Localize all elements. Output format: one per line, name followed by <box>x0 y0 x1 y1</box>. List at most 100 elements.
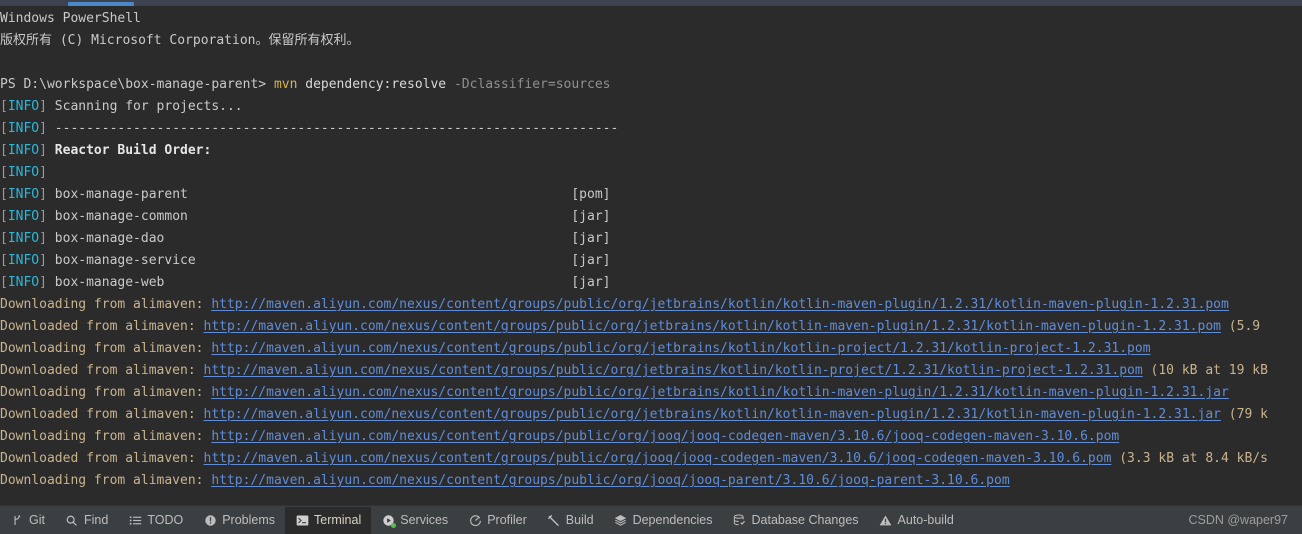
download-prefix-4: Downloading from alimaven: <box>0 385 212 400</box>
list-icon <box>128 513 142 527</box>
info-level-tag: INFO <box>7 99 40 114</box>
download-line: Downloading from alimaven: http://maven.… <box>0 470 1302 492</box>
info-line-empty: [INFO] <box>0 162 1302 184</box>
watermark: CSDN @waper97 <box>1188 513 1288 527</box>
command-goal: dependency:resolve <box>297 77 447 92</box>
info-bracket-close: ] <box>39 187 47 202</box>
info-bracket-open: [ <box>0 99 8 114</box>
play-circle-icon <box>381 513 397 528</box>
terminal-icon <box>295 513 309 527</box>
profiler-icon <box>468 513 482 527</box>
info-line-scanning: [INFO] Scanning for projects... <box>0 96 1302 118</box>
download-prefix-7: Downloaded from alimaven: <box>0 451 204 466</box>
tool-window-button-todo[interactable]: TODO <box>118 507 193 534</box>
module-line: [INFO] box-manage-dao [jar] <box>0 228 1302 250</box>
tool-window-button-auto-build[interactable]: Auto-build <box>869 507 964 534</box>
tool-window-button-find[interactable]: Find <box>55 507 118 534</box>
module-packaging-3: [jar] <box>571 253 611 268</box>
ide-window: Windows PowerShell 版权所有 (C) Microsoft Cor… <box>0 0 1302 534</box>
exclamation-circle-icon <box>203 513 217 527</box>
info-bracket-open: [ <box>0 209 8 224</box>
download-url-0[interactable]: http://maven.aliyun.com/nexus/content/gr… <box>211 297 1228 312</box>
info-level-tag: INFO <box>7 275 40 290</box>
warning-triangle-icon <box>879 513 893 527</box>
copyright-text: 版权所有 (C) Microsoft Corporation。保留所有权利。 <box>0 33 360 48</box>
module-name-1: box-manage-common <box>46 209 572 224</box>
download-stats-5: (79 k <box>1220 407 1268 422</box>
info-level-tag: INFO <box>7 209 40 224</box>
download-url-6[interactable]: http://maven.aliyun.com/nexus/content/gr… <box>211 429 1119 444</box>
tool-window-label: Git <box>29 512 45 527</box>
info-bracket-open: [ <box>0 165 8 180</box>
info-level-tag: INFO <box>7 187 40 202</box>
module-line: [INFO] box-manage-parent [pom] <box>0 184 1302 206</box>
download-url-7[interactable]: http://maven.aliyun.com/nexus/content/gr… <box>204 451 1112 466</box>
tool-window-button-database-changes[interactable]: Database Changes <box>723 507 869 534</box>
download-prefix-5: Downloaded from alimaven: <box>0 407 204 422</box>
terminal-output[interactable]: Windows PowerShell 版权所有 (C) Microsoft Cor… <box>0 8 1302 505</box>
info-bracket-open: [ <box>0 253 8 268</box>
download-line: Downloaded from alimaven: http://maven.a… <box>0 316 1302 338</box>
info-line-separator: [INFO] ---------------------------------… <box>0 118 1302 140</box>
info-level-tag: INFO <box>7 253 40 268</box>
info-bracket-close: ] <box>39 99 47 114</box>
info-bracket-close: ] <box>39 231 47 246</box>
bottom-tool-window-bar: Git Find TODO Problems Terminal Services Profi… <box>0 505 1302 534</box>
download-prefix-0: Downloading from alimaven: <box>0 297 212 312</box>
tool-window-button-terminal[interactable]: Terminal <box>285 506 372 534</box>
scanning-text: Scanning for projects... <box>46 99 243 114</box>
module-name-3: box-manage-service <box>46 253 572 268</box>
download-url-8[interactable]: http://maven.aliyun.com/nexus/content/gr… <box>211 473 1009 488</box>
tool-window-button-problems[interactable]: Problems <box>193 507 285 534</box>
download-url-5[interactable]: http://maven.aliyun.com/nexus/content/gr… <box>204 407 1221 422</box>
tool-window-button-profiler[interactable]: Profiler <box>458 507 537 534</box>
info-bracket-open: [ <box>0 187 8 202</box>
tool-window-label: Database Changes <box>751 512 859 527</box>
module-line: [INFO] box-manage-common [jar] <box>0 206 1302 228</box>
tool-window-button-services[interactable]: Services <box>371 507 458 534</box>
tool-window-button-git[interactable]: Git <box>0 507 55 534</box>
info-bracket-open: [ <box>0 275 8 290</box>
powershell-title: Windows PowerShell <box>0 11 141 26</box>
module-line: [INFO] box-manage-service [jar] <box>0 250 1302 272</box>
module-packaging-0: [pom] <box>571 187 611 202</box>
tool-window-label: Profiler <box>487 512 527 527</box>
module-line: [INFO] box-manage-web [jar] <box>0 272 1302 294</box>
download-url-4[interactable]: http://maven.aliyun.com/nexus/content/gr… <box>211 385 1228 400</box>
tool-window-label: Find <box>83 512 109 527</box>
tool-window-label: Build <box>565 512 594 527</box>
layers-icon <box>614 513 628 527</box>
reactor-build-order-label: Reactor Build Order: <box>46 143 212 158</box>
separator-dashes: ----------------------------------------… <box>46 121 619 136</box>
command-line: PS D:\workspace\box-manage-parent> mvn d… <box>0 74 1302 96</box>
git-branch-icon <box>10 513 24 527</box>
download-url-2[interactable]: http://maven.aliyun.com/nexus/content/gr… <box>211 341 1150 356</box>
magnifier-icon <box>65 513 79 527</box>
download-line: Downloaded from alimaven: http://maven.a… <box>0 448 1302 470</box>
info-bracket-open: [ <box>0 143 8 158</box>
download-stats-7: (3.3 kB at 8.4 kB/s <box>1111 451 1268 466</box>
tool-window-button-build[interactable]: Build <box>537 507 604 534</box>
tool-window-button-dependencies[interactable]: Dependencies <box>604 507 723 534</box>
download-stats-1: (5.9 <box>1220 319 1261 334</box>
download-prefix-3: Downloaded from alimaven: <box>0 363 204 378</box>
terminal-copyright-line: 版权所有 (C) Microsoft Corporation。保留所有权利。 <box>0 30 1302 52</box>
info-bracket-open: [ <box>0 121 8 136</box>
info-level-tag: INFO <box>7 165 40 180</box>
download-prefix-1: Downloaded from alimaven: <box>0 319 204 334</box>
download-url-3[interactable]: http://maven.aliyun.com/nexus/content/gr… <box>204 363 1143 378</box>
database-check-icon <box>733 513 747 527</box>
tool-window-label: TODO <box>147 512 184 527</box>
download-url-1[interactable]: http://maven.aliyun.com/nexus/content/gr… <box>204 319 1221 334</box>
hammer-icon <box>547 513 561 527</box>
info-level-tag: INFO <box>7 143 40 158</box>
tool-window-label: Auto-build <box>897 512 954 527</box>
command-executable: mvn <box>273 77 298 92</box>
info-bracket-close: ] <box>39 121 47 136</box>
download-line: Downloaded from alimaven: http://maven.a… <box>0 360 1302 382</box>
module-name-2: box-manage-dao <box>46 231 572 246</box>
module-packaging-1: [jar] <box>571 209 611 224</box>
tool-window-label: Dependencies <box>632 512 713 527</box>
download-line: Downloading from alimaven: http://maven.… <box>0 294 1302 316</box>
